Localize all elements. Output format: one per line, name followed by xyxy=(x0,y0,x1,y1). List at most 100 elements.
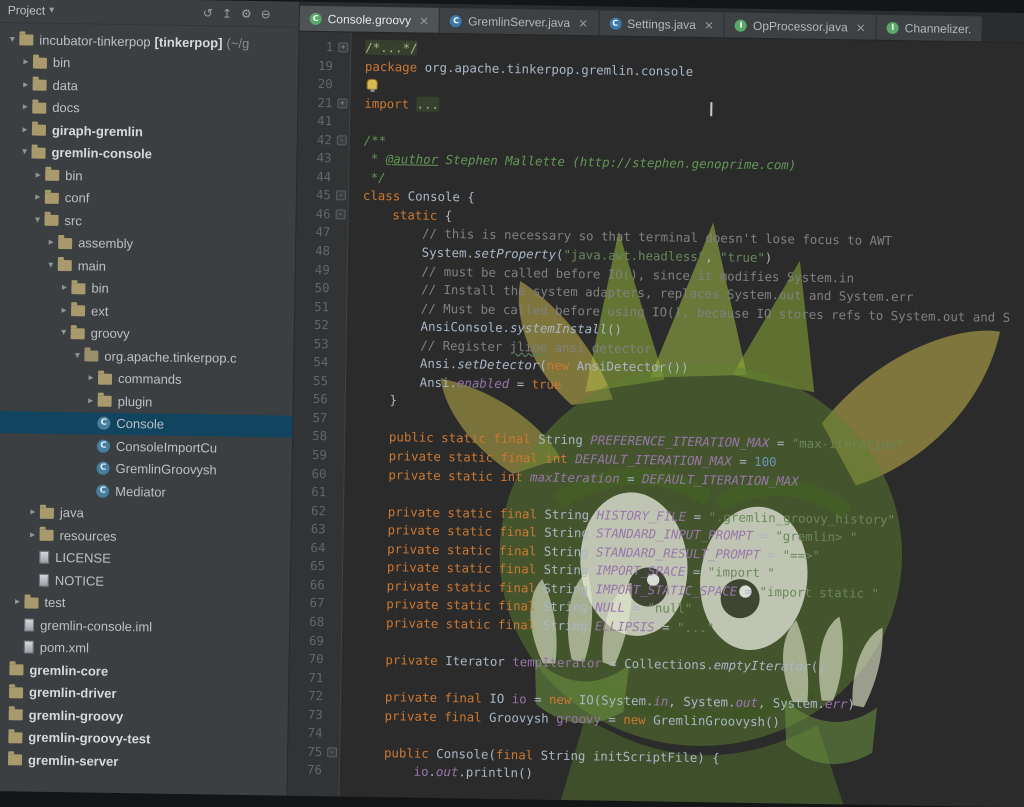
line-number[interactable]: 48 xyxy=(296,242,347,261)
tab-label: Channelizer. xyxy=(905,21,972,36)
line-number[interactable]: 49 xyxy=(296,260,347,279)
sync-icon[interactable]: ↺ xyxy=(203,6,213,20)
close-tab-icon[interactable]: × xyxy=(856,20,866,34)
line-number[interactable]: 63 xyxy=(292,520,343,539)
line-number[interactable]: 46- xyxy=(296,205,347,224)
expand-icon[interactable]: ▸ xyxy=(25,529,39,540)
line-number[interactable]: 73 xyxy=(289,705,340,724)
line-number[interactable]: 65 xyxy=(291,557,342,576)
line-number[interactable]: 21+ xyxy=(298,93,349,112)
tab-console-groovy[interactable]: CConsole.groovy× xyxy=(300,6,441,33)
line-number[interactable]: 42- xyxy=(298,130,349,149)
code-area[interactable]: /*...*/package org.apache.tinkerpop.grem… xyxy=(339,33,1024,807)
line-number[interactable]: 69 xyxy=(290,631,341,650)
line-number[interactable]: 50 xyxy=(295,279,346,298)
gear-icon[interactable]: ⚙ xyxy=(241,6,252,20)
line-number[interactable]: 70 xyxy=(289,650,340,669)
code-token: public static final xyxy=(389,430,538,447)
line-number[interactable]: 60 xyxy=(292,464,343,483)
tab-gremlinserver-java[interactable]: CGremlinServer.java× xyxy=(440,8,599,35)
line-number[interactable]: 56 xyxy=(294,390,345,409)
tree-item-gremlin-server[interactable]: gremlin-server xyxy=(0,748,287,775)
line-number[interactable]: 76 xyxy=(288,761,339,780)
expand-icon[interactable]: ▸ xyxy=(57,305,71,316)
expand-icon[interactable]: ▾ xyxy=(5,34,19,45)
line-number[interactable]: 44 xyxy=(297,168,348,187)
expand-icon[interactable]: ▾ xyxy=(57,327,71,338)
editor-column: CConsole.groovy×CGremlinServer.java×CSet… xyxy=(287,2,1024,807)
line-number[interactable]: 62 xyxy=(292,501,343,520)
tab-opprocessor-java[interactable]: IOpProcessor.java× xyxy=(725,12,877,39)
expand-icon[interactable]: ▸ xyxy=(84,395,98,406)
expand-icon[interactable]: ▾ xyxy=(70,350,84,361)
tree-item-label: bin xyxy=(65,168,83,183)
code-token: IO(System. xyxy=(579,692,654,708)
line-number[interactable]: 57 xyxy=(293,409,344,428)
line-number[interactable]: 75- xyxy=(288,742,339,761)
chevron-down-icon[interactable]: ▾ xyxy=(49,5,54,16)
close-tab-icon[interactable]: × xyxy=(704,18,714,32)
line-number[interactable]: 53 xyxy=(294,334,345,353)
expand-icon[interactable]: ▸ xyxy=(31,192,45,203)
fold-toggle-icon[interactable]: - xyxy=(336,209,346,219)
tab-channelizer[interactable]: IChannelizer. xyxy=(877,15,983,42)
expand-icon[interactable]: ▸ xyxy=(19,57,33,68)
fold-toggle-icon[interactable]: + xyxy=(338,42,348,52)
code-token xyxy=(354,744,384,759)
line-number[interactable]: 19 xyxy=(299,56,350,75)
close-tab-icon[interactable]: × xyxy=(419,13,429,27)
fold-toggle-icon[interactable]: + xyxy=(337,98,347,108)
expand-icon[interactable]: ▸ xyxy=(84,373,98,384)
code-token: IMPORT_STATIC_SPACE xyxy=(595,581,737,598)
line-number[interactable]: 45- xyxy=(297,186,348,205)
fold-toggle-icon[interactable]: - xyxy=(327,747,337,757)
expand-icon[interactable]: ▸ xyxy=(57,282,71,293)
tab-settings-java[interactable]: CSettings.java× xyxy=(599,10,725,37)
line-number[interactable]: 43 xyxy=(297,149,348,168)
code-token xyxy=(356,615,386,630)
expand-icon[interactable]: ▸ xyxy=(19,79,33,90)
line-number[interactable]: 67 xyxy=(290,594,341,613)
tree-item-label: gremlin-core xyxy=(29,662,108,678)
line-number[interactable]: 71 xyxy=(289,668,340,687)
panel-title[interactable]: Project xyxy=(8,3,46,18)
line-number[interactable]: 51 xyxy=(295,297,346,316)
folder-icon xyxy=(8,754,22,765)
line-number[interactable]: 64 xyxy=(291,538,342,557)
line-number[interactable]: 54 xyxy=(294,353,345,372)
line-number[interactable]: 1+ xyxy=(299,38,350,57)
expand-icon[interactable]: ▾ xyxy=(17,147,31,158)
code-token: Console( xyxy=(436,746,496,762)
expand-icon[interactable]: ▸ xyxy=(10,596,24,607)
line-number[interactable]: 58 xyxy=(293,427,344,446)
expand-icon[interactable]: ▾ xyxy=(44,259,58,270)
expand-icon[interactable]: ▸ xyxy=(31,169,45,180)
line-number[interactable]: 47 xyxy=(296,223,347,242)
close-tab-icon[interactable]: × xyxy=(578,16,588,30)
code-token xyxy=(355,707,385,722)
line-number[interactable]: 74 xyxy=(288,724,339,743)
line-number[interactable]: 41 xyxy=(298,112,349,131)
collapse-all-icon[interactable]: ↥ xyxy=(222,6,232,20)
line-number[interactable]: 68 xyxy=(290,613,341,632)
editor[interactable]: 1+192021+4142-434445-46-4748495051525354… xyxy=(287,32,1024,807)
expand-icon[interactable]: ▸ xyxy=(18,102,32,113)
line-number[interactable]: 55 xyxy=(294,372,345,391)
line-number[interactable]: 59 xyxy=(293,446,344,465)
code-token: out xyxy=(436,764,459,779)
expand-icon[interactable]: ▸ xyxy=(26,507,40,518)
expand-icon[interactable]: ▸ xyxy=(18,124,32,135)
folder-icon xyxy=(45,192,59,203)
expand-icon[interactable]: ▸ xyxy=(44,237,58,248)
expand-icon[interactable]: ▾ xyxy=(30,214,44,225)
line-number[interactable]: 52 xyxy=(295,316,346,335)
line-number[interactable]: 66 xyxy=(291,576,342,595)
intention-bulb-icon[interactable] xyxy=(367,79,378,90)
line-number[interactable]: 72 xyxy=(289,687,340,706)
line-number[interactable]: 61 xyxy=(292,483,343,502)
code-token: ) xyxy=(847,697,855,712)
fold-toggle-icon[interactable]: - xyxy=(337,135,347,145)
line-number[interactable]: 20 xyxy=(299,75,350,94)
hide-panel-icon[interactable]: ⊖ xyxy=(261,7,271,21)
fold-toggle-icon[interactable]: - xyxy=(336,191,346,201)
